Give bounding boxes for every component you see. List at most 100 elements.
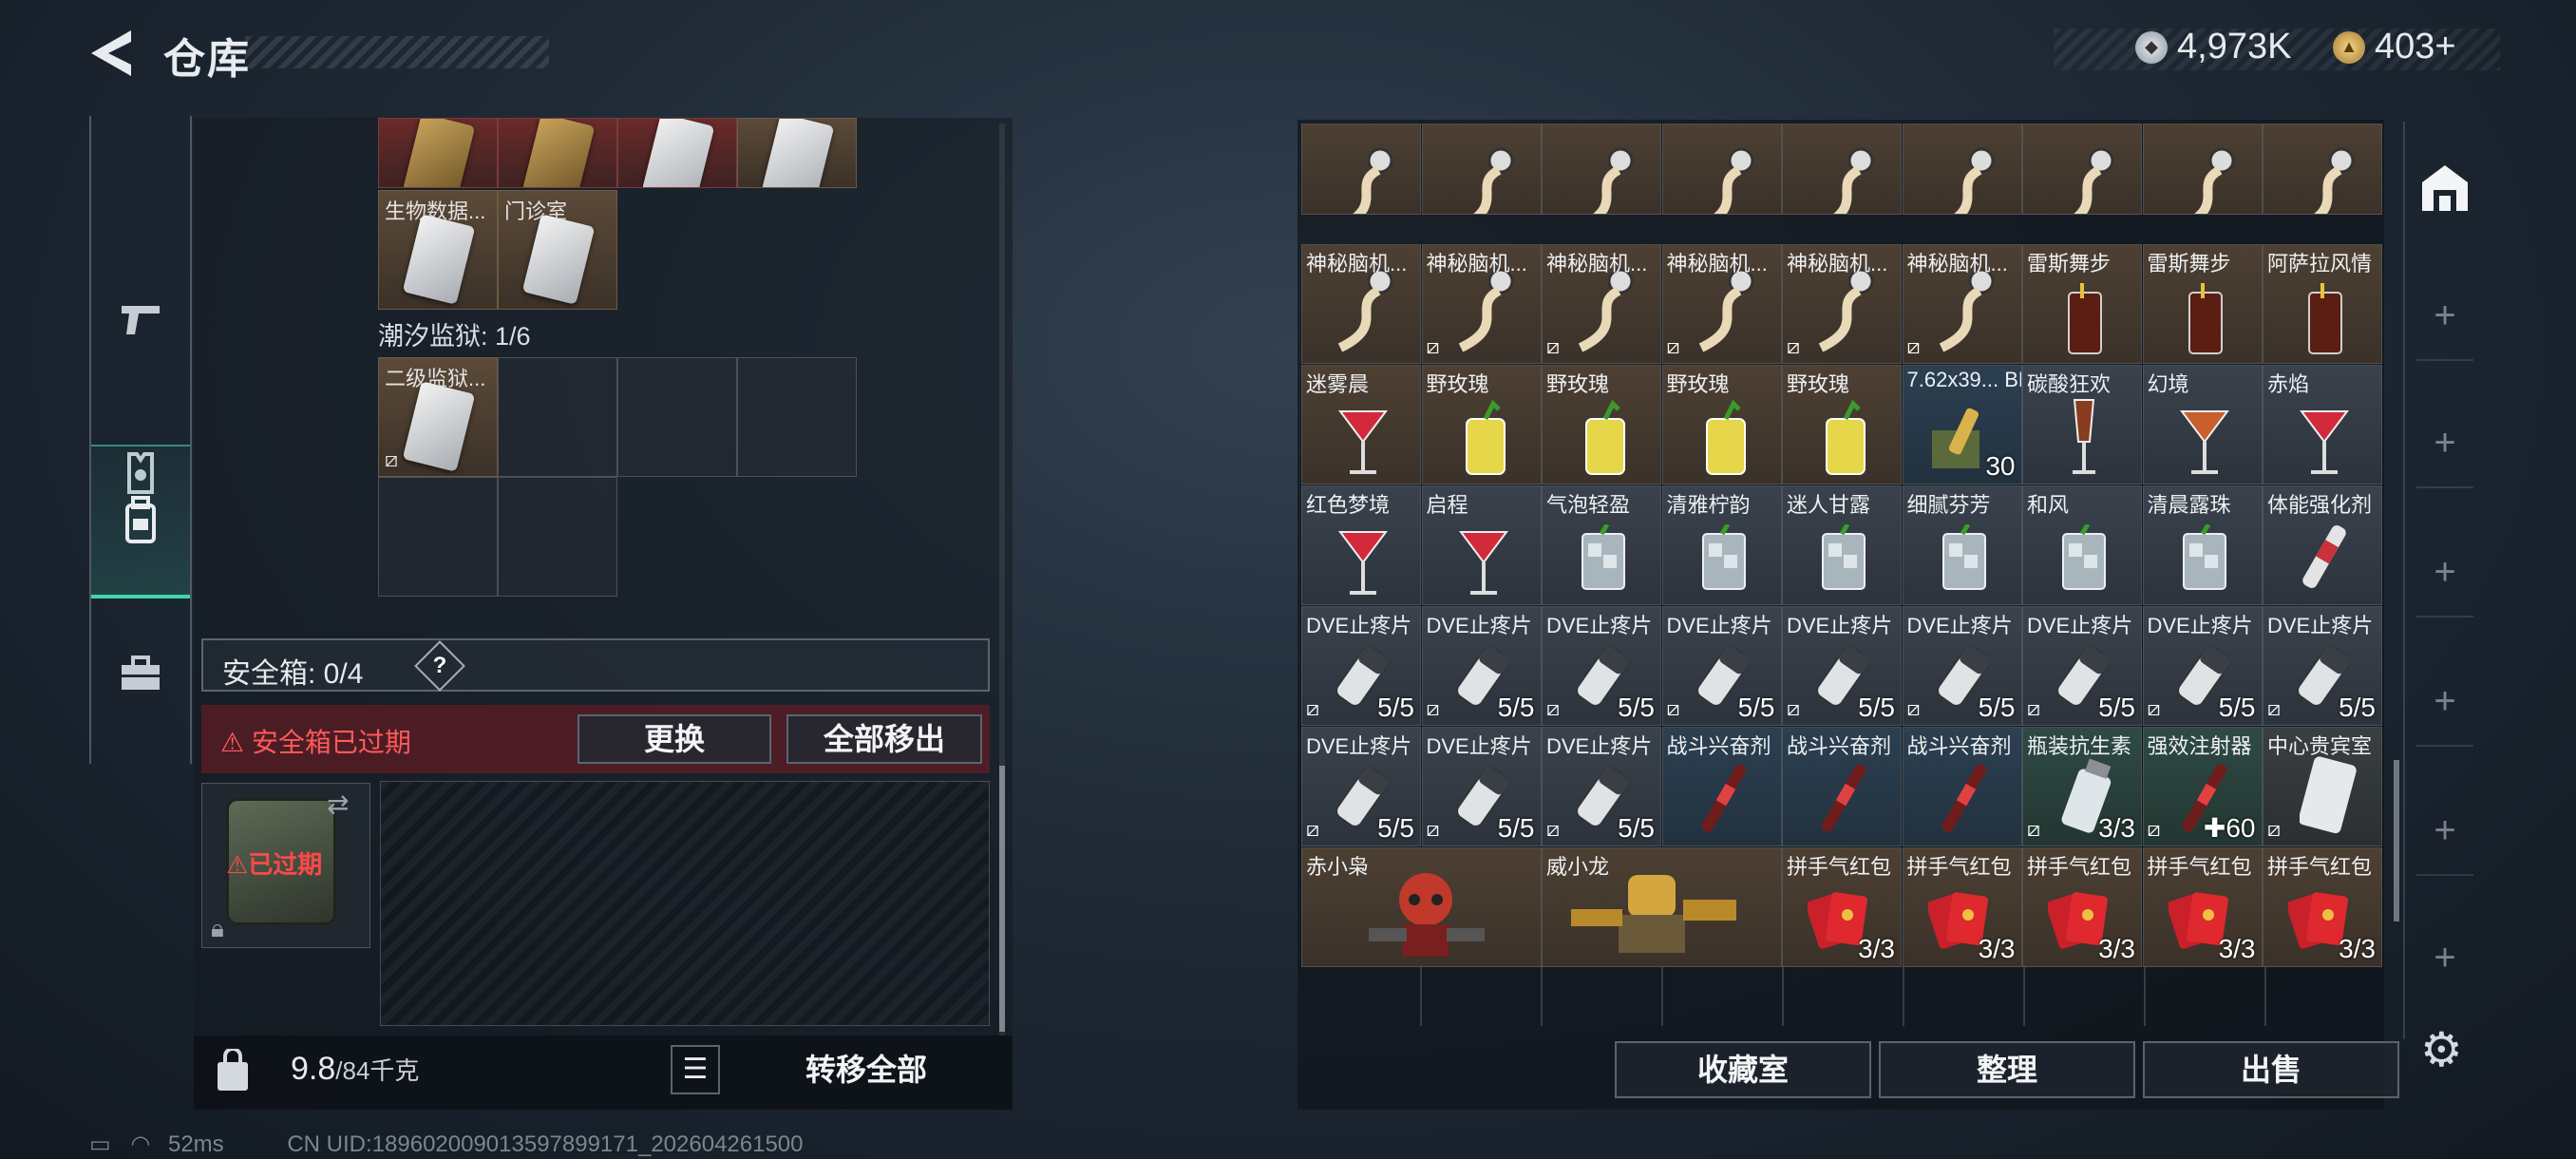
sidebar-item-backpack[interactable]: [91, 445, 190, 598]
warehouse-item[interactable]: 神秘脑机... ⧄: [1782, 244, 1902, 364]
warehouse-item[interactable]: 迷雾晨: [1301, 365, 1421, 484]
warehouse-item[interactable]: DVE止疼片 ⧄ 5/5: [1421, 727, 1542, 846]
warehouse-item[interactable]: DVE止疼片 ⧄ 5/5: [1542, 606, 1661, 726]
warehouse-item[interactable]: DVE止疼片 ⧄ 5/5: [1301, 606, 1421, 726]
warehouse-item[interactable]: 体能强化剂: [2263, 485, 2382, 605]
swap-icon[interactable]: ⇄: [327, 788, 349, 820]
sidebar-item-toolbox[interactable]: [91, 600, 190, 749]
item-name: 威小龙: [1546, 855, 1610, 879]
warehouse-tab-icon[interactable]: [2418, 162, 2472, 215]
red-envelope-item[interactable]: 拼手气红包 3/3: [1782, 847, 1902, 967]
warehouse-item[interactable]: 强效注射器 ⧄ ✚60: [2142, 727, 2263, 846]
warehouse-item[interactable]: [2022, 124, 2142, 215]
warehouse-item[interactable]: 幻境: [2142, 365, 2263, 484]
back-icon[interactable]: [87, 27, 135, 80]
sidebar-item-weapons[interactable]: [91, 245, 190, 393]
warehouse-scrollbar[interactable]: [2394, 760, 2399, 922]
add-tab-icon[interactable]: +: [2405, 551, 2485, 594]
figurine-item[interactable]: 赤小枭: [1301, 847, 1542, 967]
warehouse-item[interactable]: 7.62x39... BP SUB 30: [1902, 365, 2022, 484]
backpack-scroll-thumb[interactable]: [999, 766, 1005, 1032]
warehouse-item[interactable]: 启程: [1421, 485, 1542, 605]
red-envelope-item[interactable]: 拼手气红包 3/3: [1902, 847, 2022, 967]
sort-button[interactable]: 整理: [1879, 1041, 2135, 1098]
warehouse-item[interactable]: [1421, 124, 1542, 215]
warehouse-item[interactable]: 野玫瑰: [1782, 365, 1902, 484]
warehouse-item[interactable]: DVE止疼片 ⧄ 5/5: [1661, 606, 1782, 726]
inventory-slot[interactable]: 生物数据...: [378, 190, 498, 310]
warehouse-item[interactable]: 中心贵宾室 ⧄: [2263, 727, 2382, 846]
warehouse-item[interactable]: 神秘脑机... ⧄: [1661, 244, 1782, 364]
inventory-slot[interactable]: [737, 118, 857, 188]
safe-box-grid[interactable]: [380, 781, 990, 1026]
warehouse-item[interactable]: DVE止疼片 ⧄ 5/5: [1542, 727, 1661, 846]
add-tab-icon[interactable]: +: [2405, 680, 2485, 723]
warehouse-item[interactable]: 赤焰: [2263, 365, 2382, 484]
warehouse-item[interactable]: 细腻芬芳: [1902, 485, 2022, 605]
sell-button[interactable]: 出售: [2143, 1041, 2399, 1098]
warehouse-item[interactable]: 神秘脑机... ⧄: [1421, 244, 1542, 364]
warehouse-item[interactable]: 神秘脑机... ⧄: [1542, 244, 1661, 364]
warehouse-item[interactable]: 雷斯舞步: [2022, 244, 2142, 364]
warehouse-item[interactable]: 神秘脑机... ⧄: [1902, 244, 2022, 364]
warehouse-item[interactable]: DVE止疼片 ⧄ 5/5: [1301, 727, 1421, 846]
warehouse-item[interactable]: 战斗兴奋剂: [1661, 727, 1782, 846]
warehouse-item[interactable]: 战斗兴奋剂: [1902, 727, 2022, 846]
add-tab-icon[interactable]: +: [2405, 422, 2485, 465]
inventory-slot[interactable]: [378, 118, 498, 188]
warehouse-item[interactable]: 阿萨拉风情: [2263, 244, 2382, 364]
warehouse-item[interactable]: DVE止疼片 ⧄ 5/5: [1421, 606, 1542, 726]
warehouse-item[interactable]: 瓶装抗生素 ⧄ 3/3: [2022, 727, 2142, 846]
warehouse-item[interactable]: 和风: [2022, 485, 2142, 605]
red-envelope-item[interactable]: 拼手气红包 3/3: [2263, 847, 2382, 967]
warehouse-item[interactable]: [1782, 124, 1902, 215]
empty-slot[interactable]: [737, 357, 857, 477]
warehouse-item[interactable]: [1542, 124, 1661, 215]
collection-room-button[interactable]: 收藏室: [1615, 1041, 1871, 1098]
warehouse-item[interactable]: 气泡轻盈: [1542, 485, 1661, 605]
transfer-all-button[interactable]: 转移全部: [737, 1045, 995, 1094]
warehouse-item[interactable]: DVE止疼片 ⧄ 5/5: [1902, 606, 2022, 726]
empty-slot[interactable]: [378, 477, 498, 597]
replace-button[interactable]: 更换: [578, 714, 771, 764]
warehouse-item[interactable]: 迷人甘露: [1782, 485, 1902, 605]
empty-slot[interactable]: [617, 357, 737, 477]
inventory-slot[interactable]: [498, 118, 617, 188]
warehouse-item[interactable]: [2142, 124, 2263, 215]
settings-gear-icon[interactable]: ⚙: [2420, 1022, 2463, 1077]
list-view-icon[interactable]: ☰: [671, 1045, 720, 1094]
warehouse-item[interactable]: [2263, 124, 2382, 215]
warehouse-item[interactable]: 野玫瑰: [1542, 365, 1661, 484]
warehouse-item[interactable]: [1902, 124, 2022, 215]
item-count: 5/5: [1858, 693, 1895, 722]
warehouse-item[interactable]: 雷斯舞步: [2142, 244, 2263, 364]
inventory-slot[interactable]: [617, 118, 737, 188]
empty-slot[interactable]: [498, 477, 617, 597]
warehouse-item[interactable]: [1301, 124, 1421, 215]
red-envelope-item[interactable]: 拼手气红包 3/3: [2142, 847, 2263, 967]
warehouse-item[interactable]: 碳酸狂欢: [2022, 365, 2142, 484]
warehouse-item[interactable]: DVE止疼片 ⧄ 5/5: [2263, 606, 2382, 726]
inventory-slot[interactable]: 门诊室: [498, 190, 617, 310]
gold-currency[interactable]: ▲ 403+: [2333, 27, 2456, 67]
warehouse-item[interactable]: 野玫瑰: [1661, 365, 1782, 484]
add-tab-icon[interactable]: +: [2405, 294, 2485, 337]
red-envelope-item[interactable]: 拼手气红包 3/3: [2022, 847, 2142, 967]
warehouse-item[interactable]: 战斗兴奋剂: [1782, 727, 1902, 846]
empty-slot[interactable]: [498, 357, 617, 477]
move-all-out-button[interactable]: 全部移出: [786, 714, 982, 764]
warehouse-item[interactable]: 清晨露珠: [2142, 485, 2263, 605]
warehouse-item[interactable]: DVE止疼片 ⧄ 5/5: [2022, 606, 2142, 726]
warehouse-item[interactable]: [1661, 124, 1782, 215]
warehouse-item[interactable]: 红色梦境: [1301, 485, 1421, 605]
warehouse-item[interactable]: DVE止疼片 ⧄ 5/5: [2142, 606, 2263, 726]
warehouse-item[interactable]: DVE止疼片 ⧄ 5/5: [1782, 606, 1902, 726]
warehouse-item[interactable]: 清雅柠韵: [1661, 485, 1782, 605]
inventory-slot[interactable]: 二级监狱... ⧄: [378, 357, 498, 477]
warehouse-item[interactable]: 野玫瑰: [1421, 365, 1542, 484]
warehouse-item[interactable]: 神秘脑机...: [1301, 244, 1421, 364]
figurine-item[interactable]: 威小龙: [1542, 847, 1782, 967]
add-tab-icon[interactable]: +: [2405, 809, 2485, 852]
help-icon[interactable]: ?: [414, 640, 465, 692]
add-tab-icon[interactable]: +: [2405, 937, 2485, 979]
